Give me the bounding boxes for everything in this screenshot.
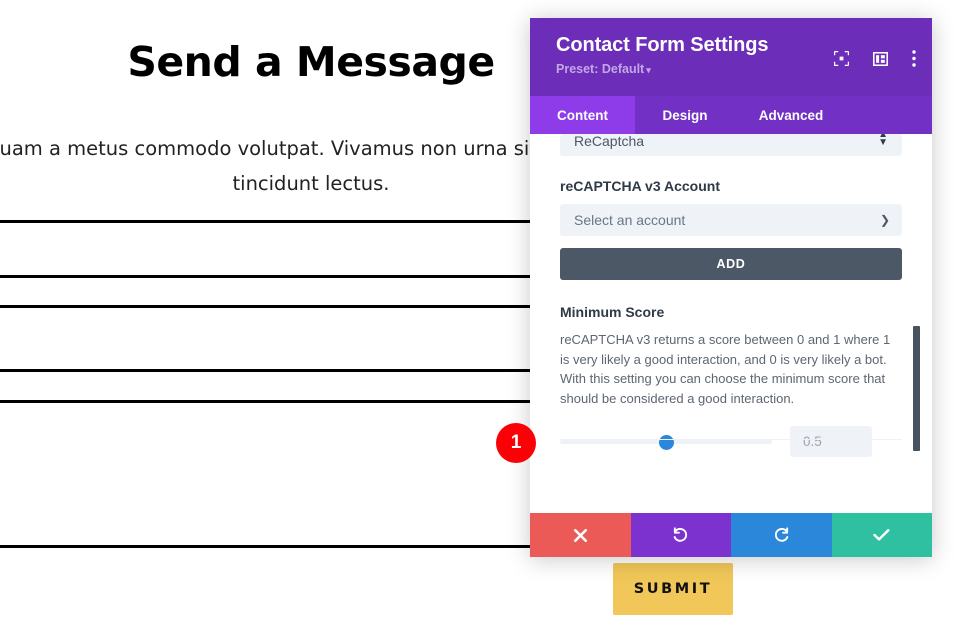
modal-action-bar [530,513,932,557]
undo-icon [672,526,689,544]
submit-button[interactable]: SUBMIT [613,563,733,615]
panel-scrollbar-thumb[interactable] [913,326,920,451]
step-badge: 1 [496,423,536,463]
minimum-score-description: reCAPTCHA v3 returns a score between 0 a… [560,332,891,406]
slider-thumb[interactable] [659,434,674,450]
modal-header: Contact Form Settings Preset: Default ▾ [530,18,932,96]
save-button[interactable] [831,513,932,557]
redo-button[interactable] [731,513,832,557]
tab-advanced[interactable]: Advanced [735,96,847,134]
preset-label: Preset: Default [556,62,645,76]
panel-scrollbar-track[interactable] [913,134,926,513]
name-field[interactable] [0,220,596,278]
preset-selector[interactable]: Preset: Default ▾ [556,62,651,76]
tab-design[interactable]: Design [635,96,735,134]
chevron-down-icon: ❯ [879,213,890,227]
layout-columns-icon[interactable] [873,51,888,66]
captcha-service-value: ReCaptcha [574,134,645,149]
minimum-score-control: 0.5 [560,426,902,457]
minimum-score-input[interactable]: 0.5 [790,426,872,457]
account-select[interactable]: Select an account ❯ [560,204,902,236]
add-account-button[interactable]: ADD [560,248,902,280]
contact-form-settings-modal: Contact Form Settings Preset: Default▾ [530,18,932,557]
content-divider [560,439,902,440]
tab-content[interactable]: Content [530,96,635,134]
minimum-score-label: Minimum Score [560,304,665,320]
screen: Send a Message msan quam a metus commodo… [0,0,960,625]
message-field[interactable] [0,400,596,548]
minimum-score-slider[interactable] [560,432,772,452]
discard-button[interactable] [530,513,631,557]
settings-scroll-region: ReCaptcha ▲ ▼ reCAPTCHA v3 Account Select… [560,134,902,457]
account-select-value: Select an account [574,212,686,228]
fullscreen-icon[interactable] [834,51,849,66]
page-title: Send a Message [127,38,495,86]
header-icon-group [834,50,916,67]
modal-tabs: Content Design Advanced [530,96,932,134]
captcha-service-select[interactable]: ReCaptcha ▲ ▼ [560,134,902,156]
more-options-icon[interactable] [912,50,916,67]
spinner-arrows-icon: ▲ ▼ [878,134,888,148]
checkmark-icon [873,528,890,542]
chevron-down-icon: ▾ [646,65,651,75]
redo-icon [773,526,790,544]
close-icon [573,528,588,543]
modal-content-panel: ReCaptcha ▲ ▼ reCAPTCHA v3 Account Select… [530,134,932,513]
undo-button[interactable] [630,513,731,557]
email-field[interactable] [0,305,596,372]
account-label: reCAPTCHA v3 Account [560,178,720,194]
